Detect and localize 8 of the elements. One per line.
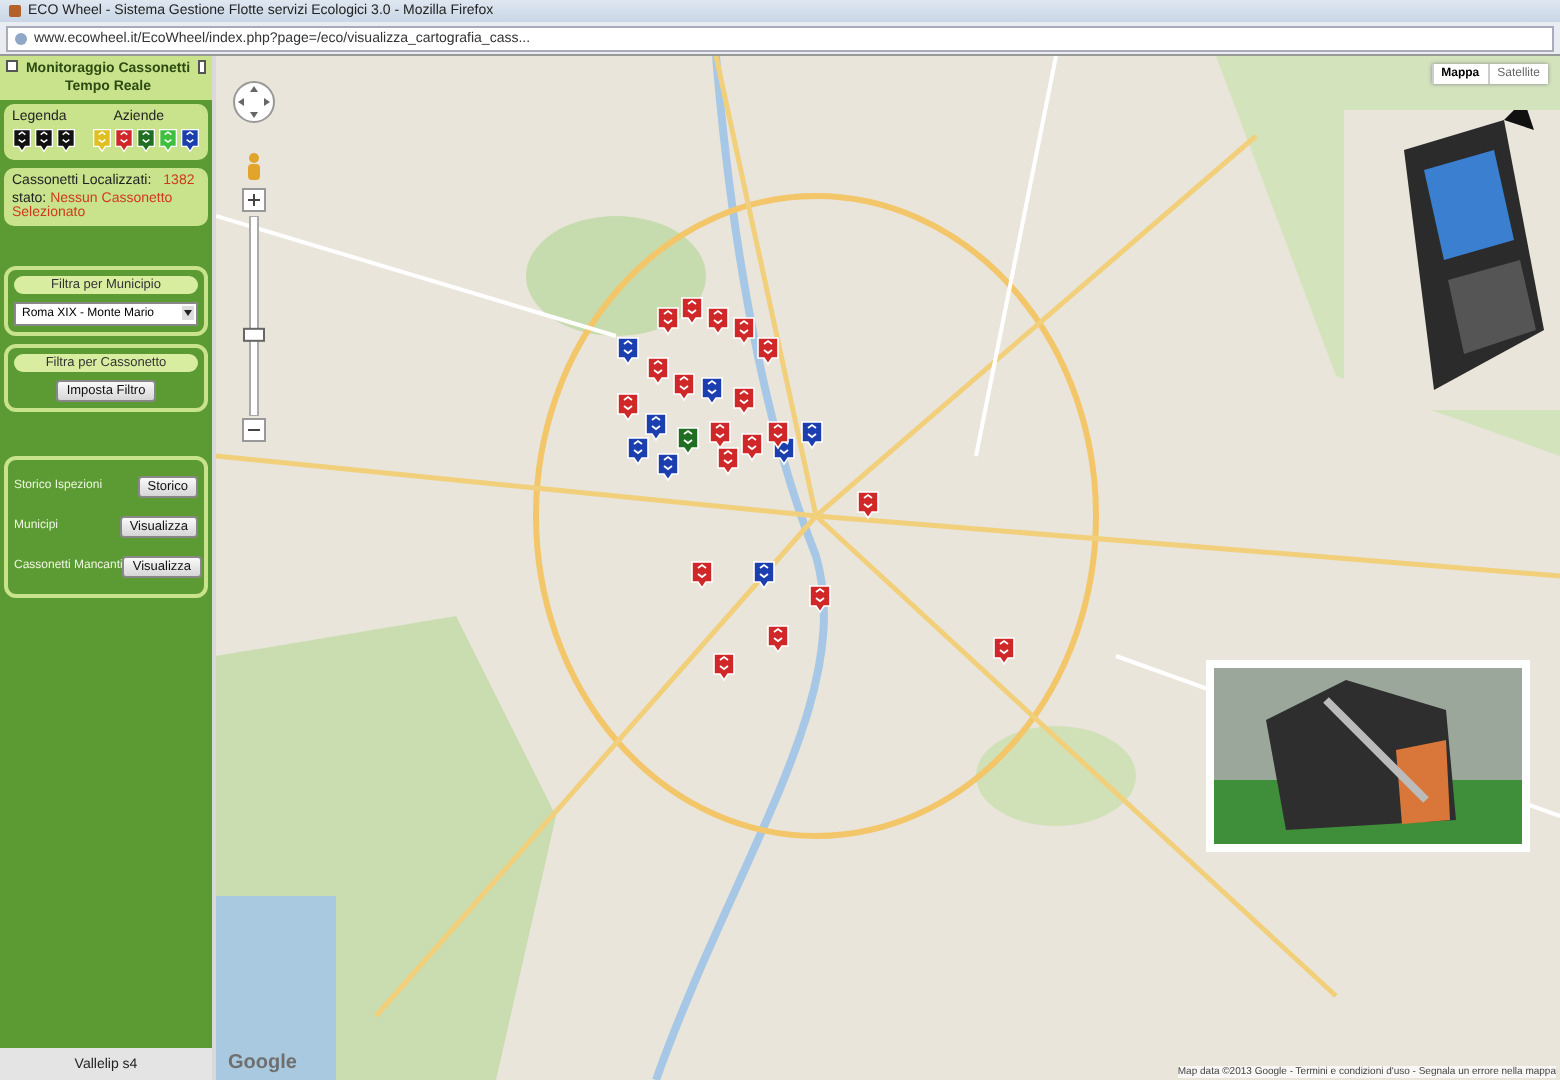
bin-marker-icon: [34, 128, 54, 153]
globe-icon: [14, 31, 28, 45]
bin-marker-icon: [56, 128, 76, 153]
bin-marker-icon: [12, 128, 32, 153]
collapse-icon[interactable]: [6, 60, 18, 72]
dropdown-icon: [182, 306, 194, 320]
pin-icon[interactable]: [198, 60, 206, 74]
browser-icon: [8, 4, 22, 18]
